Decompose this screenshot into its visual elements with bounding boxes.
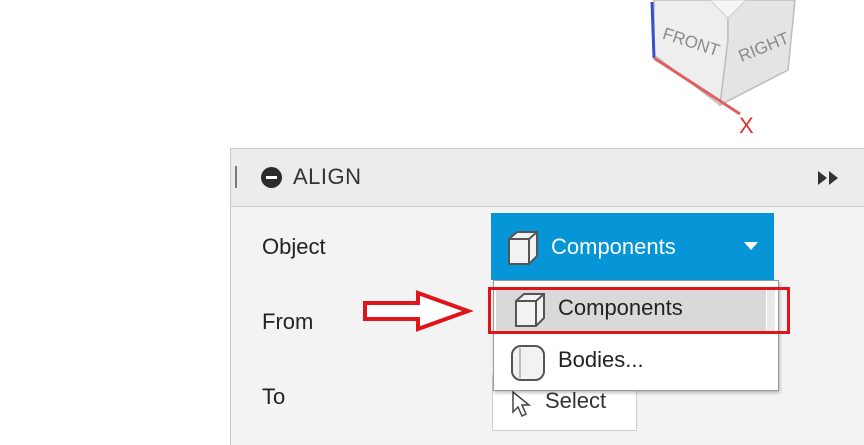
view-cube[interactable]: FRONT RIGHT X xyxy=(640,0,810,135)
expand-chevrons-icon[interactable] xyxy=(818,171,840,185)
object-type-dropdown[interactable]: Components xyxy=(491,213,774,280)
to-select-label: Select xyxy=(545,388,607,413)
annotation-arrow-icon xyxy=(363,290,474,332)
panel-drag-handle[interactable] xyxy=(235,166,238,188)
panel-header: ALIGN xyxy=(231,149,864,207)
z-axis-line xyxy=(650,1,656,59)
x-axis-label: X xyxy=(739,113,754,135)
menu-item-label: Bodies... xyxy=(558,347,644,372)
component-cube-icon xyxy=(508,231,538,265)
menu-item-bodies[interactable]: Bodies... xyxy=(496,339,766,385)
collapse-minus-icon[interactable] xyxy=(261,167,282,188)
panel-title: ALIGN xyxy=(293,164,362,189)
to-label: To xyxy=(262,384,286,409)
body-cylinder-icon xyxy=(511,345,545,381)
chevron-down-icon xyxy=(744,242,758,250)
annotation-highlight-box xyxy=(488,287,790,334)
object-type-value: Components xyxy=(551,234,676,259)
from-label: From xyxy=(262,309,314,334)
object-label: Object xyxy=(262,234,326,259)
cursor-select-icon xyxy=(512,390,532,418)
view-cube-faces[interactable]: FRONT RIGHT xyxy=(653,0,796,107)
